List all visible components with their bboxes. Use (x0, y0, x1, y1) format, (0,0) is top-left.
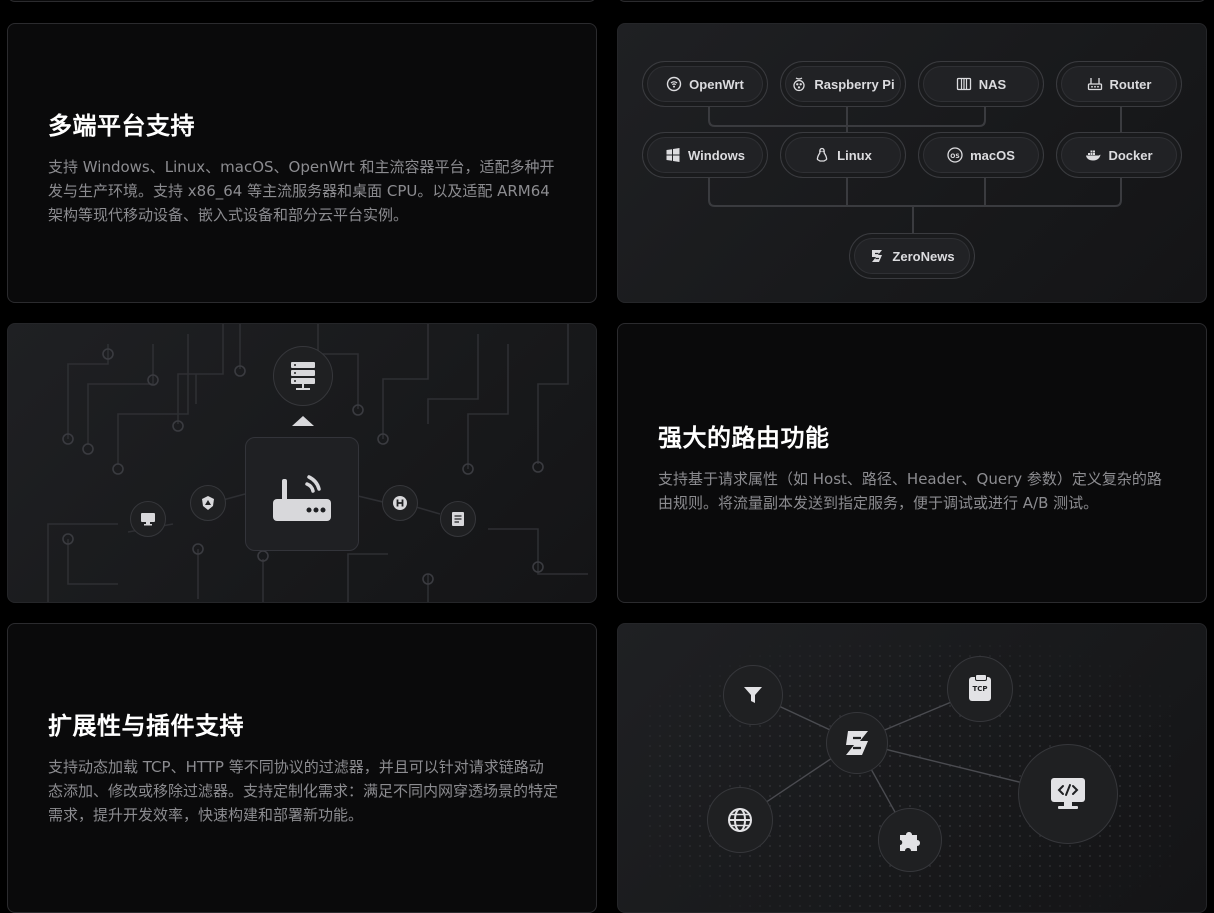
platform-pill-macos: OS macOS (918, 132, 1044, 178)
platform-label-nas: NAS (978, 76, 1007, 92)
previous-card-right-edge (617, 0, 1207, 2)
tcp-clipboard-icon: TCP (969, 674, 991, 701)
feature-description-routing: 支持基于请求属性（如 Host、路径、Header、Query 参数）定义复杂的… (658, 470, 1162, 512)
platform-label-openwrt: OpenWrt (689, 76, 744, 92)
windows-icon (665, 147, 681, 163)
tcp-label: TCP (972, 685, 988, 693)
routing-illustration-card (7, 323, 597, 603)
macos-icon: OS (947, 147, 963, 163)
platform-label-raspberry-pi: Raspberry Pi (814, 76, 895, 92)
svg-text:OS: OS (950, 153, 959, 160)
feature-card-multiplatform: 多端平台支持 支持 Windows、Linux、macOS、OpenWrt 和主… (7, 23, 597, 303)
feature-card-routing: 强大的路由功能 支持基于请求属性（如 Host、路径、Header、Query … (617, 323, 1207, 603)
platform-hub-label: ZeroNews (892, 248, 955, 264)
globe-icon (728, 808, 752, 832)
tcp-node: TCP (947, 656, 1013, 722)
http-h-icon (393, 496, 407, 510)
upload-arrow-icon (292, 416, 314, 426)
platform-label-macos: macOS (970, 147, 1015, 163)
zeronews-logo-icon (869, 248, 885, 264)
filter-node (723, 665, 783, 725)
platform-pill-nas: NAS (918, 61, 1044, 107)
previous-card-left-edge (7, 0, 597, 2)
openwrt-icon (666, 76, 682, 92)
platform-pill-docker: Docker (1056, 132, 1182, 178)
platform-label-windows: Windows (688, 147, 745, 163)
zeronews-logo-icon (846, 731, 868, 755)
raspberry-pi-icon (791, 76, 807, 92)
server-icon (291, 362, 315, 390)
router-icon (1087, 76, 1103, 92)
platform-pill-raspberry-pi: Raspberry Pi (780, 61, 906, 107)
shield-node (190, 485, 226, 521)
feature-title-multiplatform: 多端平台支持 (48, 112, 195, 140)
platform-hub-zeronews: ZeroNews (849, 233, 975, 279)
platform-pill-openwrt: OpenWrt (642, 61, 768, 107)
docker-icon (1085, 147, 1101, 163)
platform-diagram-card: OpenWrt Raspberry Pi NAS Router Windows … (617, 23, 1207, 303)
router-icon (273, 475, 331, 521)
router-hub-box (245, 437, 359, 551)
platform-pill-router: Router (1056, 61, 1182, 107)
feature-description-plugins: 支持动态加载 TCP、HTTP 等不同协议的过滤器，并且可以针对请求链路动态添加… (48, 758, 559, 824)
code-monitor-icon (1051, 778, 1085, 809)
code-monitor-node (1018, 744, 1118, 844)
http-node (382, 485, 418, 521)
monitor-node (130, 501, 166, 537)
linux-icon (814, 147, 830, 163)
feature-title-routing: 强大的路由功能 (658, 424, 830, 452)
feature-card-plugins: 扩展性与插件支持 支持动态加载 TCP、HTTP 等不同协议的过滤器，并且可以针… (7, 623, 597, 913)
plugin-node (878, 808, 942, 872)
platform-pill-linux: Linux (780, 132, 906, 178)
platform-label-linux: Linux (837, 147, 872, 163)
shield-icon (202, 496, 214, 510)
feature-description-multiplatform: 支持 Windows、Linux、macOS、OpenWrt 和主流容器平台，适… (48, 158, 555, 224)
globe-node (707, 787, 773, 853)
filter-icon (744, 687, 762, 703)
puzzle-piece-icon (900, 832, 920, 851)
server-node (273, 346, 333, 406)
platform-label-docker: Docker (1108, 147, 1153, 163)
document-node (440, 501, 476, 537)
plugin-network-card: TCP (617, 623, 1207, 913)
document-icon (452, 512, 464, 526)
platform-label-router: Router (1109, 76, 1152, 92)
nas-icon (956, 76, 972, 92)
platform-pill-windows: Windows (642, 132, 768, 178)
monitor-icon (141, 513, 155, 526)
zeronews-center-node (826, 712, 888, 774)
feature-title-plugins: 扩展性与插件支持 (48, 712, 244, 740)
